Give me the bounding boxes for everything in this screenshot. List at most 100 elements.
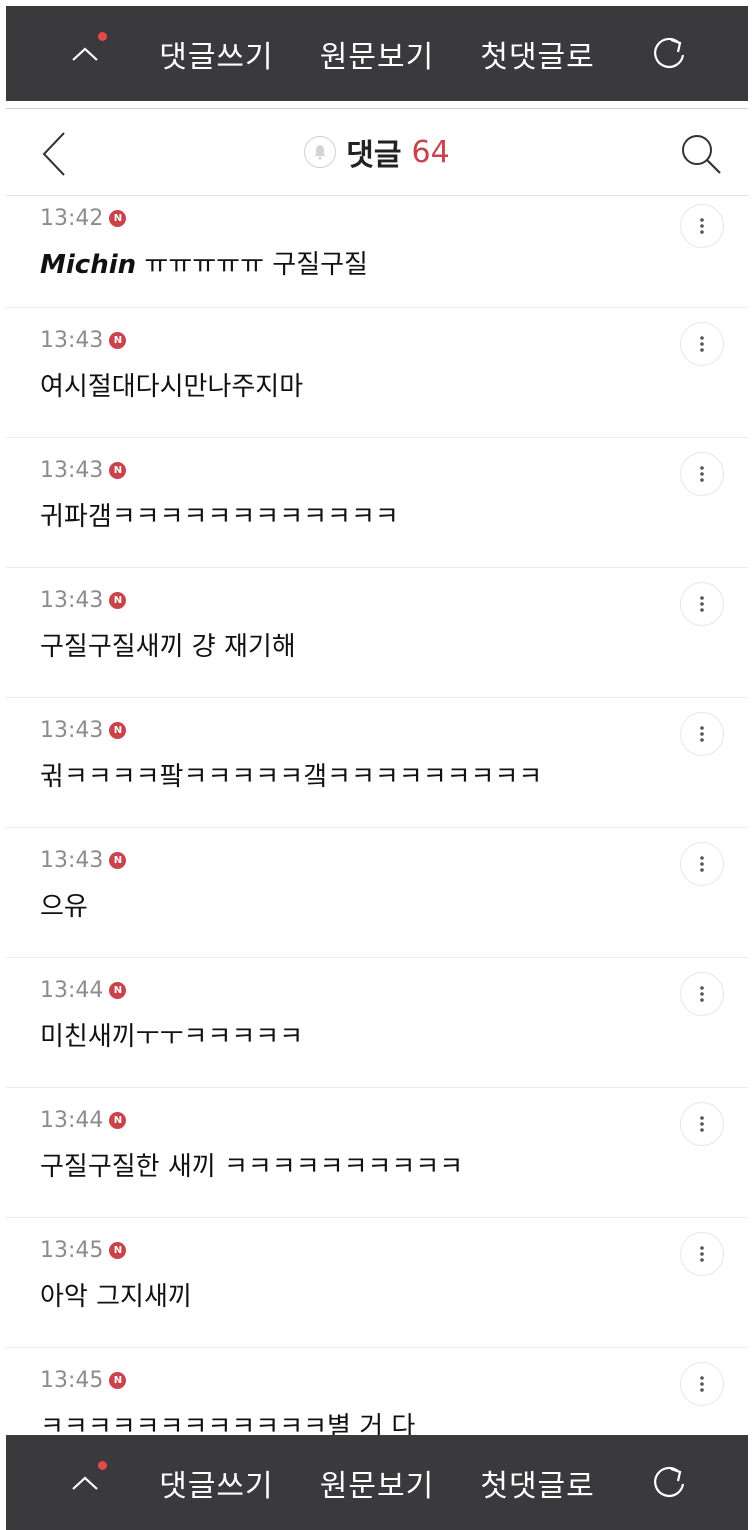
- more-options-button[interactable]: [680, 582, 724, 626]
- more-options-button[interactable]: [680, 972, 724, 1016]
- chevron-up-icon: [72, 1476, 98, 1490]
- new-badge: N: [109, 462, 127, 479]
- comment-text: Michin ㅠㅠㅠㅠㅠ 구질구질: [40, 244, 368, 281]
- more-options-button[interactable]: [680, 1362, 724, 1406]
- comment-meta: 13:43 N: [40, 328, 127, 353]
- comment-item: 13:42 N Michin ㅠㅠㅠㅠㅠ 구질구질: [6, 196, 748, 308]
- comment-item: 13:45 N 아악 그지새끼: [6, 1218, 748, 1348]
- comment-item: 13:45 N ㅋㅋㅋㅋㅋㅋㅋㅋㅋㅋㅋㅋ별 거 다: [6, 1348, 748, 1435]
- comment-time: 13:43: [40, 718, 104, 743]
- comment-time: 13:44: [40, 1108, 104, 1133]
- more-options-button[interactable]: [680, 712, 724, 756]
- comment-meta: 13:45 N: [40, 1368, 127, 1393]
- comments-screen: 댓글쓰기 원문보기 첫댓글로 댓글 64 13:42 N Michin ㅠㅠㅠㅠ…: [0, 0, 752, 1530]
- comment-text: 미친새끼ㅜㅜㅋㅋㅋㅋㅋ: [40, 1022, 304, 1052]
- comments-header: 댓글 64: [6, 108, 748, 196]
- comment-text: 아악 그지새끼: [40, 1282, 192, 1312]
- comment-item: 13:43 N 구질구질새끼 걍 재기해: [6, 568, 748, 698]
- new-badge: N: [109, 1372, 127, 1389]
- chevron-up-icon: [72, 47, 98, 61]
- comment-time: 13:43: [40, 848, 104, 873]
- comment-meta: 13:44 N: [40, 1108, 127, 1133]
- comment-emphasis: Michin: [40, 250, 137, 280]
- search-button[interactable]: [678, 131, 724, 177]
- more-options-button[interactable]: [680, 1102, 724, 1146]
- notification-toggle[interactable]: [304, 136, 337, 168]
- search-icon: [682, 135, 721, 174]
- more-vertical-icon: [700, 466, 704, 482]
- comment-meta: 13:43 N: [40, 718, 127, 743]
- comment-time: 13:43: [40, 458, 104, 483]
- new-badge: N: [109, 982, 127, 999]
- new-badge: N: [109, 210, 127, 227]
- comment-item: 13:43 N 귀파갬ㅋㅋㅋㅋㅋㅋㅋㅋㅋㅋㅋㅋ: [6, 438, 748, 568]
- first-comment-button[interactable]: 첫댓글로: [480, 32, 594, 76]
- comment-text: 구질구질새끼 걍 재기해: [40, 632, 296, 662]
- back-button[interactable]: [34, 131, 74, 177]
- comment-time: 13:42: [40, 206, 104, 231]
- comment-meta: 13:44 N: [40, 978, 127, 1003]
- refresh-icon: [653, 37, 685, 68]
- comment-text: 으유: [40, 892, 88, 922]
- comment-item: 13:44 N 미친새끼ㅜㅜㅋㅋㅋㅋㅋ: [6, 958, 748, 1088]
- more-options-button[interactable]: [680, 322, 724, 366]
- more-vertical-icon: [700, 336, 704, 352]
- bottom-action-bar: 댓글쓰기 원문보기 첫댓글로: [6, 1435, 748, 1530]
- scroll-up-button[interactable]: [57, 26, 113, 82]
- comment-meta: 13:45 N: [40, 1238, 127, 1263]
- more-options-button[interactable]: [680, 1232, 724, 1276]
- new-badge: N: [109, 852, 127, 869]
- more-vertical-icon: [700, 218, 704, 234]
- comment-time: 13:43: [40, 588, 104, 613]
- new-badge: N: [109, 592, 127, 609]
- more-options-button[interactable]: [680, 204, 724, 248]
- new-badge: N: [109, 1112, 127, 1129]
- comment-meta: 13:42 N: [40, 206, 127, 231]
- comment-list: 13:42 N Michin ㅠㅠㅠㅠㅠ 구질구질 13:43 N 여시절대다시…: [6, 196, 748, 1435]
- comment-text: 여시절대다시만나주지마: [40, 372, 304, 402]
- notification-dot: [98, 1460, 108, 1470]
- new-badge: N: [109, 722, 127, 739]
- bell-icon: [314, 145, 326, 160]
- comment-text: 귂ㅋㅋㅋㅋ팤ㅋㅋㅋㅋㅋ갴ㅋㅋㅋㅋㅋㅋㅋㅋㅋ: [40, 762, 543, 792]
- comment-text-body: ㅠㅠㅠㅠㅠ 구질구질: [136, 250, 368, 280]
- more-options-button[interactable]: [680, 452, 724, 496]
- comment-item: 13:43 N 으유: [6, 828, 748, 958]
- view-original-button[interactable]: 원문보기: [320, 1461, 434, 1505]
- header-center: 댓글 64: [304, 130, 450, 174]
- top-action-bar: 댓글쓰기 원문보기 첫댓글로: [6, 6, 748, 101]
- more-vertical-icon: [700, 1116, 704, 1132]
- refresh-button[interactable]: [641, 1455, 697, 1511]
- comment-time: 13:44: [40, 978, 104, 1003]
- more-vertical-icon: [700, 726, 704, 742]
- new-badge: N: [109, 1242, 127, 1259]
- comment-item: 13:43 N 여시절대다시만나주지마: [6, 308, 748, 438]
- comment-text: 귀파갬ㅋㅋㅋㅋㅋㅋㅋㅋㅋㅋㅋㅋ: [40, 502, 399, 532]
- comment-count: 64: [411, 134, 450, 170]
- comment-time: 13:45: [40, 1368, 104, 1393]
- scroll-up-button[interactable]: [57, 1455, 113, 1511]
- more-vertical-icon: [700, 596, 704, 612]
- comment-text: ㅋㅋㅋㅋㅋㅋㅋㅋㅋㅋㅋㅋ별 거 다: [40, 1412, 416, 1435]
- view-original-button[interactable]: 원문보기: [320, 32, 434, 76]
- comment-time: 13:45: [40, 1238, 104, 1263]
- comment-text: 구질구질한 새끼 ㅋㅋㅋㅋㅋㅋㅋㅋㅋㅋ: [40, 1152, 464, 1182]
- comment-item: 13:43 N 귂ㅋㅋㅋㅋ팤ㅋㅋㅋㅋㅋ갴ㅋㅋㅋㅋㅋㅋㅋㅋㅋ: [6, 698, 748, 828]
- new-badge: N: [109, 332, 127, 349]
- back-arrow-icon: [42, 132, 65, 176]
- comment-meta: 13:43 N: [40, 848, 127, 873]
- comment-item: 13:44 N 구질구질한 새끼 ㅋㅋㅋㅋㅋㅋㅋㅋㅋㅋ: [6, 1088, 748, 1218]
- more-vertical-icon: [700, 1246, 704, 1262]
- write-comment-button[interactable]: 댓글쓰기: [159, 32, 273, 76]
- write-comment-button[interactable]: 댓글쓰기: [159, 1461, 273, 1505]
- refresh-icon: [653, 1466, 685, 1497]
- page-title: 댓글: [346, 138, 402, 173]
- more-vertical-icon: [700, 856, 704, 872]
- notification-dot: [98, 31, 108, 41]
- first-comment-button[interactable]: 첫댓글로: [480, 1461, 594, 1505]
- more-options-button[interactable]: [680, 842, 724, 886]
- refresh-button[interactable]: [641, 26, 697, 82]
- more-vertical-icon: [700, 1376, 704, 1392]
- comment-meta: 13:43 N: [40, 458, 127, 483]
- more-vertical-icon: [700, 986, 704, 1002]
